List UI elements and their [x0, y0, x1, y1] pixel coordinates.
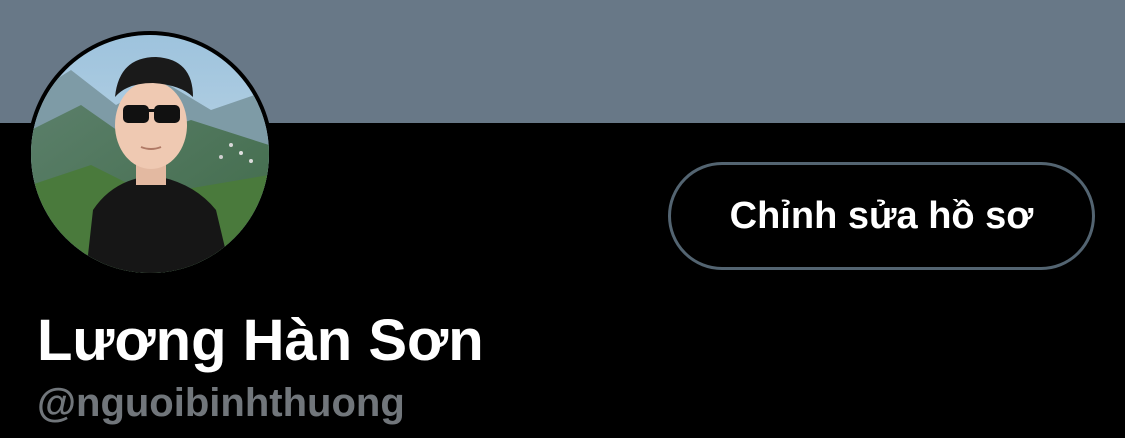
username-handle: @nguoibinhthuong — [37, 381, 405, 425]
avatar[interactable] — [27, 31, 273, 277]
display-name: Lương Hàn Sơn — [37, 308, 484, 373]
edit-profile-button[interactable]: Chỉnh sửa hồ sơ — [668, 162, 1095, 270]
avatar-photo — [31, 35, 269, 273]
profile-header: Chỉnh sửa hồ sơ Lương Hàn Sơn @nguoibinh… — [0, 0, 1125, 438]
